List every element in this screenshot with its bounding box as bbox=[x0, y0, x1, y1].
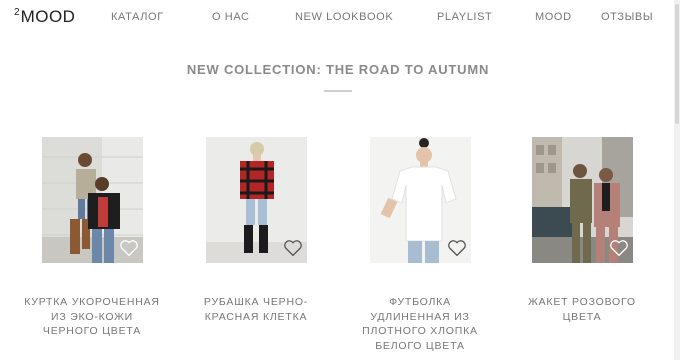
product-name[interactable]: ФУТБОЛКА УДЛИНЕННАЯ ИЗ ПЛОТНОГО ХЛОПКА Б… bbox=[350, 295, 490, 353]
nav-item-playlist[interactable]: PLAYLIST bbox=[437, 11, 492, 23]
product-photo[interactable] bbox=[42, 137, 143, 263]
heart-icon[interactable] bbox=[447, 239, 467, 257]
section-title: NEW COLLECTION: THE ROAD TO AUTUMN bbox=[186, 62, 490, 77]
nav-item-catalog[interactable]: КАТАЛОГ bbox=[111, 11, 164, 23]
heart-icon[interactable] bbox=[119, 239, 139, 257]
product-name[interactable]: ЖАКЕТ РОЗОВОГО ЦВЕТА bbox=[512, 295, 652, 324]
product-photo[interactable] bbox=[532, 137, 633, 263]
heart-icon[interactable] bbox=[283, 239, 303, 257]
main-nav: КАТАЛОГ О НАС NEW LOOKBOOK PLAYLIST MOOD… bbox=[0, 11, 680, 25]
page-scrollbar[interactable] bbox=[674, 0, 680, 360]
nav-item-lookbook[interactable]: NEW LOOKBOOK bbox=[295, 11, 393, 23]
site-header: 2 MOOD КАТАЛОГ О НАС NEW LOOKBOOK PLAYLI… bbox=[0, 0, 680, 36]
heart-icon[interactable] bbox=[609, 239, 629, 257]
product-name[interactable]: РУБАШКА ЧЕРНО-КРАСНАЯ КЛЕТКА bbox=[186, 295, 326, 324]
nav-item-mood[interactable]: MOOD bbox=[535, 11, 572, 23]
nav-item-reviews[interactable]: ОТЗЫВЫ bbox=[601, 11, 653, 23]
title-divider bbox=[324, 90, 352, 92]
nav-item-about[interactable]: О НАС bbox=[212, 11, 250, 23]
product-photo[interactable] bbox=[206, 137, 307, 263]
product-name[interactable]: КУРТКА УКОРОЧЕННАЯ ИЗ ЭКО-КОЖИ ЧЕРНОГО Ц… bbox=[22, 295, 162, 339]
product-photo[interactable] bbox=[370, 137, 471, 263]
